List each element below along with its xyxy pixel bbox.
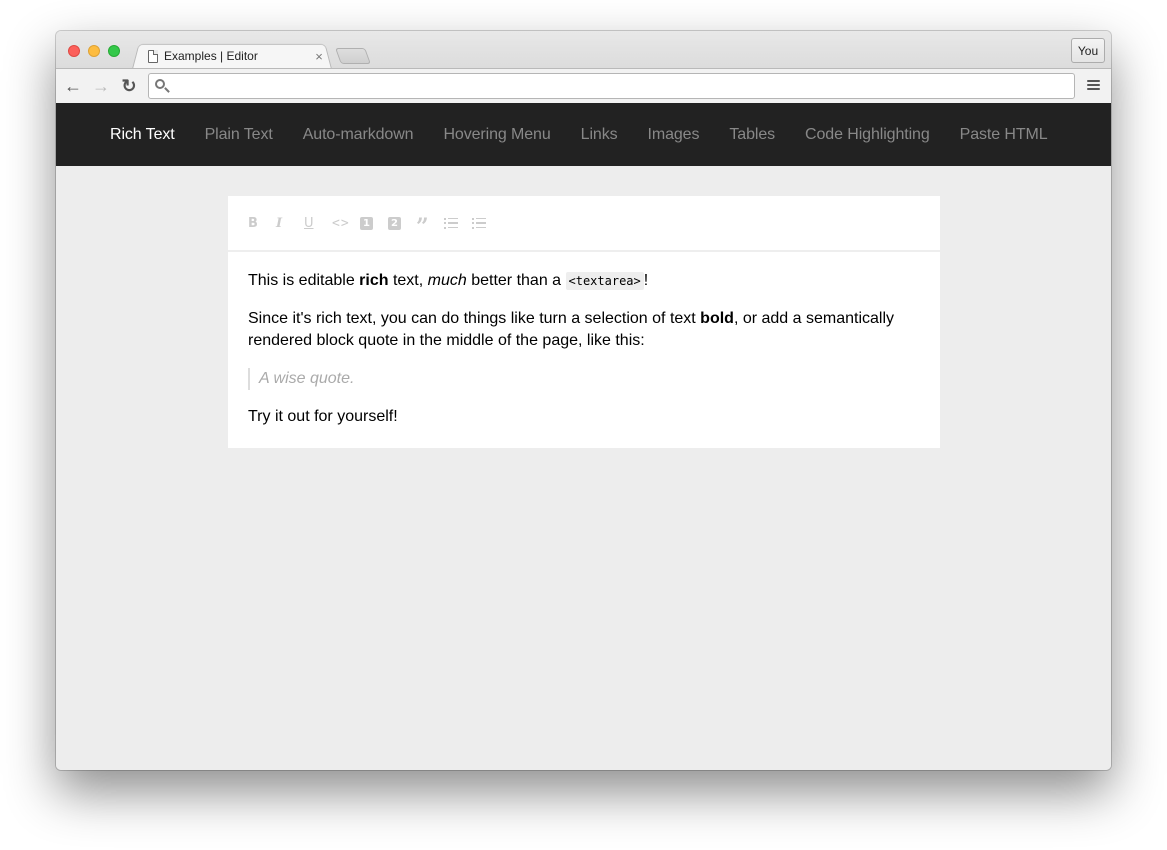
hamburger-menu-icon[interactable] (1087, 80, 1100, 92)
browser-window: Examples | Editor × You ← → ↻ Rich Text … (56, 31, 1111, 770)
tab-close-icon[interactable]: × (312, 49, 326, 64)
tab-strip: Examples | Editor × You (56, 31, 1111, 69)
format-italic-icon[interactable]: I (276, 213, 304, 233)
format-underline-icon[interactable]: U (304, 213, 332, 233)
nav-item-images[interactable]: Images (648, 126, 700, 144)
paragraph[interactable]: Try it out for yourself! (248, 406, 920, 428)
paragraph[interactable]: Since it's rich text, you can do things … (248, 308, 920, 352)
nav-item-rich-text[interactable]: Rich Text (110, 126, 175, 144)
inline-code: <textarea> (565, 272, 644, 290)
back-arrow-icon[interactable]: ← (64, 77, 82, 95)
editor-content[interactable]: This is editable rich text, much better … (228, 252, 940, 448)
heading-one-button[interactable]: 1 (360, 213, 388, 233)
address-bar[interactable] (148, 73, 1075, 99)
numbered-list-icon (444, 217, 458, 229)
tab-title: Examples | Editor (164, 49, 258, 63)
close-window-button[interactable] (68, 45, 80, 57)
examples-nav: Rich Text Plain Text Auto-markdown Hover… (56, 103, 1111, 166)
forward-arrow-icon[interactable]: → (92, 77, 110, 95)
profile-button[interactable]: You (1071, 38, 1105, 63)
editor-toolbar: B I U <> 1 2 ” (228, 196, 940, 252)
text: better than a (466, 272, 566, 289)
heading-two-icon: 2 (388, 216, 401, 230)
text: ! (643, 272, 649, 289)
numbered-list-button[interactable] (444, 213, 472, 233)
text: This is editable (248, 272, 360, 289)
code-icon[interactable]: <> (332, 213, 360, 233)
page-icon (148, 49, 158, 63)
quote-icon[interactable]: ” (416, 213, 444, 238)
bulleted-list-icon (472, 217, 486, 229)
bold-text: bold (700, 310, 734, 327)
new-tab-button[interactable] (335, 48, 371, 64)
nav-item-auto-markdown[interactable]: Auto-markdown (303, 126, 414, 144)
zoom-window-button[interactable] (108, 45, 120, 57)
heading-two-button[interactable]: 2 (388, 213, 416, 233)
nav-item-plain-text[interactable]: Plain Text (205, 126, 273, 144)
address-input[interactable] (175, 74, 1068, 98)
browser-tab-content[interactable]: Examples | Editor × (146, 45, 326, 67)
paragraph[interactable]: This is editable rich text, much better … (248, 270, 920, 292)
nav-item-paste-html[interactable]: Paste HTML (960, 126, 1048, 144)
nav-item-code-highlighting[interactable]: Code Highlighting (805, 126, 930, 144)
page-content: Rich Text Plain Text Auto-markdown Hover… (56, 103, 1111, 770)
editor: B I U <> 1 2 ” This is editable rich tex… (228, 196, 940, 448)
format-bold-icon[interactable]: B (248, 213, 276, 233)
nav-item-tables[interactable]: Tables (729, 126, 775, 144)
nav-item-hovering-menu[interactable]: Hovering Menu (443, 126, 550, 144)
text: Since it's rich text, you can do things … (248, 310, 701, 327)
browser-toolbar: ← → ↻ (56, 68, 1111, 103)
bulleted-list-button[interactable] (472, 213, 500, 233)
text: text, (388, 272, 428, 289)
italic-text: much (427, 272, 467, 289)
heading-one-icon: 1 (360, 216, 373, 230)
reload-icon[interactable]: ↻ (120, 77, 138, 95)
nav-item-links[interactable]: Links (581, 126, 618, 144)
minimize-window-button[interactable] (88, 45, 100, 57)
bold-text: rich (359, 272, 389, 289)
search-icon (155, 79, 165, 89)
block-quote[interactable]: A wise quote. (248, 368, 920, 390)
